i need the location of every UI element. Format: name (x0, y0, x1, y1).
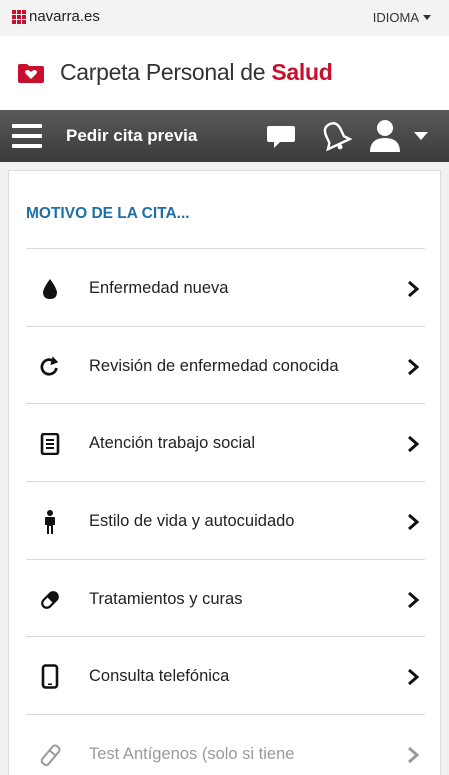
appointment-reason-card: MOTIVO DE LA CITA... Enfermedad nueva Re… (8, 170, 441, 775)
refresh-icon (40, 356, 59, 376)
reason-item-estilo-vida[interactable]: Estilo de vida y autocuidado (26, 481, 425, 559)
chevron-right-icon (408, 747, 419, 764)
chevron-right-icon (408, 436, 419, 453)
phone-icon (41, 664, 59, 690)
bell-icon[interactable] (318, 120, 352, 152)
reason-item-enfermedad-nueva[interactable]: Enfermedad nueva (26, 248, 425, 326)
top-bar: navarra.es IDIOMA (0, 0, 449, 36)
reason-label: Test Antígenos (solo si tiene (89, 745, 295, 764)
folder-heart-icon (18, 64, 44, 83)
reason-item-trabajo-social[interactable]: Atención trabajo social (26, 403, 425, 481)
user-avatar-icon[interactable] (368, 118, 402, 154)
drop-icon (43, 279, 57, 299)
reason-item-test-antigenos[interactable]: Test Antígenos (solo si tiene (26, 714, 425, 775)
person-icon (45, 510, 55, 535)
chevron-right-icon (408, 591, 419, 608)
bandage-icon (41, 590, 59, 609)
brand-name: navarra.es (29, 8, 100, 25)
navarra-brand-link[interactable]: navarra.es (12, 8, 100, 25)
reason-item-tratamientos[interactable]: Tratamientos y curas (26, 558, 425, 637)
page-title: Pedir cita previa (66, 126, 198, 145)
reason-item-revision[interactable]: Revisión de enfermedad conocida (26, 325, 425, 404)
reason-label: Revisión de enfermedad conocida (89, 356, 339, 375)
hamburger-menu-icon[interactable] (12, 124, 42, 148)
section-title: MOTIVO DE LA CITA... (26, 205, 190, 222)
reason-list: Enfermedad nueva Revisión de enfermedad … (26, 248, 425, 775)
chevron-right-icon (408, 358, 419, 375)
chevron-down-icon[interactable] (414, 132, 428, 141)
chevron-right-icon (408, 514, 419, 531)
reason-label: Atención trabajo social (89, 434, 256, 453)
chevron-right-icon (408, 669, 419, 686)
reason-item-consulta-telefonica[interactable]: Consulta telefónica (26, 636, 425, 714)
reason-label: Consulta telefónica (89, 667, 230, 686)
reason-label: Enfermedad nueva (89, 279, 229, 297)
chat-icon[interactable] (266, 124, 296, 150)
app-title-emphasis: Salud (271, 59, 333, 85)
language-dropdown[interactable]: IDIOMA (373, 10, 431, 25)
site-header: Carpeta Personal de Salud (0, 36, 449, 110)
caret-down-icon (423, 15, 431, 20)
navarra-logo-icon (12, 9, 26, 24)
reason-label: Estilo de vida y autocuidado (89, 512, 295, 531)
app-title: Carpeta Personal de Salud (60, 59, 333, 86)
reason-label: Tratamientos y curas (89, 589, 243, 608)
language-label: IDIOMA (372, 10, 419, 25)
document-icon (40, 433, 60, 456)
chevron-right-icon (408, 281, 419, 297)
main-navbar: Pedir cita previa (0, 110, 449, 162)
swab-icon (40, 744, 61, 767)
app-title-prefix: Carpeta Personal de (60, 59, 272, 85)
